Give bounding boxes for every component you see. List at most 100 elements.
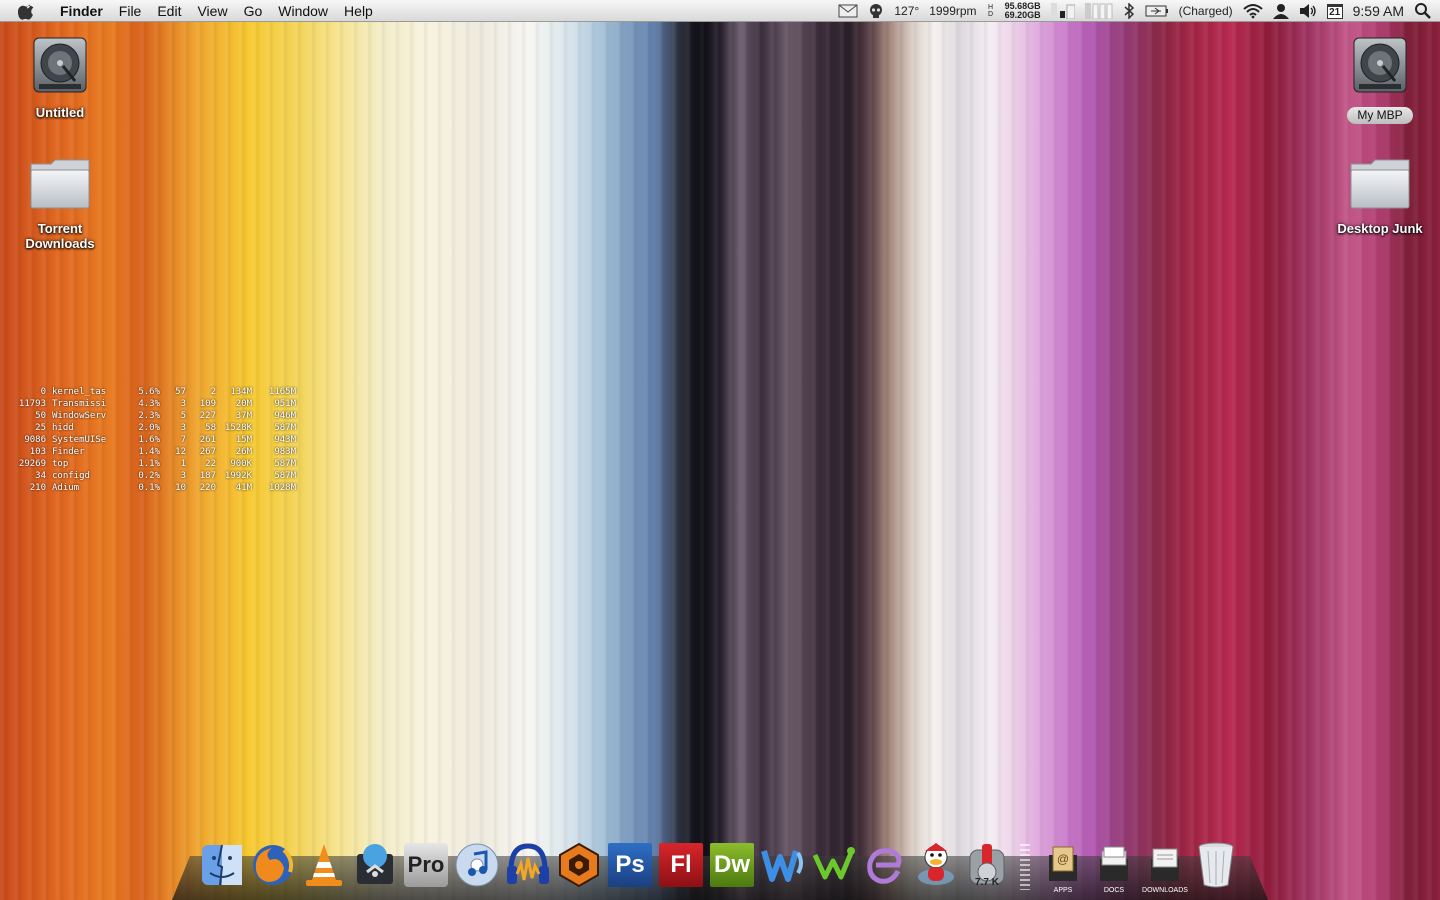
menu-help[interactable]: Help: [336, 3, 381, 19]
transmission-badge: 7.7 K: [975, 877, 999, 888]
battery-icon[interactable]: [1145, 5, 1169, 17]
dock-itunes[interactable]: [453, 840, 501, 890]
fan-speed-readout[interactable]: 1999rpm: [929, 4, 976, 18]
disk-space-readout[interactable]: 95.68GB 69.20GB: [1005, 2, 1041, 20]
process-cell: Transmissi: [52, 399, 107, 409]
photoshop-icon: Ps: [608, 843, 652, 887]
desktop-icon-label: My MBP: [1347, 107, 1413, 124]
dock-trash[interactable]: [1192, 840, 1240, 890]
process-cell: 20M: [235, 399, 252, 409]
process-cell: 134M: [230, 387, 252, 397]
word-icon: [761, 850, 803, 882]
dock-dreamweaver[interactable]: Dw: [708, 840, 756, 890]
menu-view[interactable]: View: [189, 3, 235, 19]
calendar-icon[interactable]: 21: [1326, 3, 1343, 19]
dock-transmission[interactable]: 7.7 K: [963, 840, 1011, 890]
process-row: 210 Adium 0.1% 10 220 41M 1028M: [6, 482, 296, 494]
process-cell: 26M: [235, 447, 252, 457]
dock-word[interactable]: [759, 840, 807, 890]
cpu-meter-icon[interactable]: [1084, 3, 1113, 19]
hard-drive-icon: [1353, 37, 1407, 93]
adium-duck-icon: [918, 843, 954, 885]
menu-edit[interactable]: Edit: [149, 3, 189, 19]
menu-app-finder[interactable]: Finder: [52, 3, 111, 19]
apple-menu-icon[interactable]: [18, 2, 36, 20]
dock-photoshop[interactable]: Ps: [606, 840, 654, 890]
bluetooth-icon[interactable]: [1123, 3, 1135, 19]
process-cell: 946M: [274, 411, 296, 421]
menu-clock[interactable]: 9:59 AM: [1353, 3, 1404, 19]
process-cell: 1528K: [224, 423, 252, 433]
dock-firefox[interactable]: [249, 840, 297, 890]
process-cell: 12: [175, 447, 186, 457]
status-menus: 127° 1999rpm HD 95.68GB 69.20GB (Charged…: [838, 0, 1432, 22]
skull-icon[interactable]: [868, 3, 884, 19]
process-cell: 210: [29, 483, 46, 493]
process-cell: 25: [35, 423, 46, 433]
wifi-icon[interactable]: [1242, 3, 1263, 19]
process-cell: 951M: [274, 399, 296, 409]
process-cell: 2: [210, 387, 216, 397]
dock-logic-pro[interactable]: Pro: [402, 840, 450, 890]
memory-meter-icon[interactable]: [1050, 3, 1075, 19]
menu-bar: Finder File Edit View Go Window Help 127…: [0, 0, 1440, 22]
dock-flash[interactable]: Fl: [657, 840, 705, 890]
downloads-stack-icon: [1151, 848, 1179, 881]
dock-finder[interactable]: [198, 840, 246, 890]
user-icon[interactable]: [1272, 3, 1289, 19]
dock-reason[interactable]: [555, 840, 603, 890]
process-cell: 50: [35, 411, 46, 421]
process-row: 103 Finder 1.4% 12 267 26M 983M: [6, 446, 296, 458]
dock-network-utility[interactable]: [351, 840, 399, 890]
dock-vlc[interactable]: [300, 840, 348, 890]
process-cell: 1992K: [224, 471, 252, 481]
process-cell: 15M: [235, 435, 252, 445]
process-cell: 11793: [18, 399, 46, 409]
dock-stack-apps[interactable]: @ APPS: [1039, 840, 1087, 894]
dock-audacity[interactable]: [504, 840, 552, 890]
mojo-icon: [812, 847, 855, 880]
dock-separator: [1020, 844, 1030, 890]
emacs-icon: [867, 848, 902, 884]
dock-adium[interactable]: [912, 840, 960, 890]
process-cell: 943M: [274, 435, 296, 445]
process-cell: 3: [180, 399, 186, 409]
volume-icon[interactable]: [1299, 3, 1317, 19]
desktop-icon-label: Desktop Junk: [1337, 221, 1423, 236]
process-cell: 220: [199, 483, 216, 493]
dock-stack-docs[interactable]: DOCS: [1090, 840, 1138, 894]
process-row: 34 configd 0.2% 3 187 1992K 587M: [6, 470, 296, 482]
process-cell: 22: [205, 459, 216, 469]
temperature-readout[interactable]: 127°: [894, 4, 919, 18]
process-cell: top: [52, 459, 69, 469]
process-cell: 29269: [18, 459, 46, 469]
desktop-icon-torrent-downloads[interactable]: Torrent Downloads: [10, 158, 110, 251]
desktop-icon-my-mbp[interactable]: My MBP: [1330, 36, 1430, 124]
process-cell: 1165M: [268, 387, 296, 397]
process-cell: configd: [52, 471, 90, 481]
flash-icon: Fl: [659, 843, 703, 887]
spotlight-search-icon[interactable]: [1414, 2, 1432, 20]
battery-status[interactable]: (Charged): [1179, 4, 1233, 18]
menu-file[interactable]: File: [111, 3, 150, 19]
process-cell: 587M: [274, 459, 296, 469]
process-row: 50 WindowServ 2.3% 5 227 37M 946M: [6, 410, 296, 422]
menu-go[interactable]: Go: [236, 3, 271, 19]
desktop-icon-desktop-junk[interactable]: Desktop Junk: [1330, 158, 1430, 236]
process-cell: Adium: [52, 483, 80, 493]
mail-icon[interactable]: [838, 4, 858, 18]
stack-label: APPS: [1053, 887, 1073, 894]
pro-app-icon: Pro: [404, 843, 448, 887]
desktop-icon-untitled[interactable]: Untitled: [10, 36, 110, 120]
dock-stack-downloads[interactable]: DOWNLOADS: [1141, 840, 1189, 894]
dock-mojo[interactable]: [810, 840, 858, 890]
dock: Pro Ps Fl Dw 7.7 K @ APPS DOCS DOWNLOADS: [172, 842, 1268, 900]
dock-emacs[interactable]: [861, 840, 909, 890]
menu-window[interactable]: Window: [270, 3, 336, 19]
docs-stack-icon: [1100, 846, 1128, 881]
reason-icon: [559, 842, 599, 888]
process-cell: 37M: [235, 411, 252, 421]
process-cell: 1: [180, 459, 186, 469]
firefox-icon: [253, 845, 294, 885]
process-cell: 34: [35, 471, 46, 481]
